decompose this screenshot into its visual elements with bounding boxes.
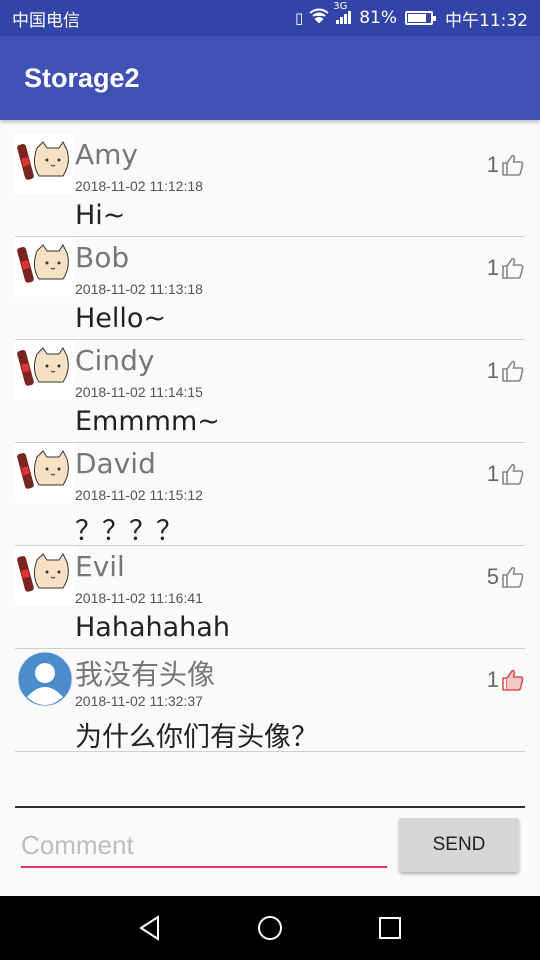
network-type-label: 3G (333, 0, 348, 12)
comment-item: 我没有头像 2018-11-02 11:32:37 为什么你们有头像？ 1 (15, 649, 525, 753)
comment-text: Hahahahah (75, 612, 230, 643)
default-user-avatar[interactable] (15, 649, 75, 709)
signal-icon: 3G (333, 1, 353, 28)
like-control[interactable]: 1 (487, 667, 525, 693)
status-indicators: ▯ 3G 81% 中午11:32 (294, 1, 528, 31)
app-title: Storage2 (24, 62, 140, 93)
comment-author: 我没有头像 (75, 658, 216, 691)
comment-author: Bob (75, 241, 130, 274)
comment-list: Amy 2018-11-02 11:12:18 Hi~ 1 Bob 2018-1… (15, 134, 525, 753)
thumbs-up-icon[interactable] (501, 359, 525, 383)
battery-icon (405, 11, 436, 25)
send-button[interactable]: SEND (399, 818, 519, 872)
comment-text: ？？？？ (75, 516, 183, 547)
like-control[interactable]: 5 (487, 564, 525, 590)
comment-author: David (75, 447, 156, 480)
user-avatar[interactable] (15, 546, 75, 606)
clock: 中午11:32 (445, 10, 528, 31)
comment-input[interactable] (21, 824, 387, 868)
comment-author: Cindy (75, 344, 155, 377)
vibrate-icon: ▯ (294, 9, 304, 27)
comment-text: 为什么你们有头像？ (75, 722, 318, 753)
comment-author: Amy (75, 138, 138, 171)
comment-text: Hello~ (75, 303, 167, 334)
comment-timestamp: 2018-11-02 11:13:18 (75, 281, 203, 297)
app-bar: Storage2 (0, 36, 540, 120)
like-count: 1 (486, 667, 499, 692)
comment-input-row: SEND (15, 816, 525, 880)
comment-item: David 2018-11-02 11:15:12 ？？？？ 1 (15, 443, 525, 547)
thumbs-up-icon[interactable] (501, 153, 525, 177)
like-control[interactable]: 1 (487, 461, 525, 487)
thumbs-up-icon[interactable] (501, 256, 525, 280)
comment-item: Amy 2018-11-02 11:12:18 Hi~ 1 (15, 134, 525, 237)
thumbs-up-icon[interactable] (501, 462, 525, 486)
comment-timestamp: 2018-11-02 11:14:15 (75, 384, 203, 400)
battery-percent: 81% (359, 8, 397, 28)
home-icon[interactable] (255, 913, 285, 943)
navigation-bar (0, 896, 540, 960)
user-avatar[interactable] (15, 340, 75, 400)
comment-text: Emmmm~ (75, 406, 220, 437)
input-divider (15, 806, 525, 808)
user-avatar[interactable] (15, 443, 75, 503)
comment-author: Evil (75, 550, 125, 583)
status-bar: 中国电信 ▯ 3G 81% 中午11:32 (0, 0, 540, 36)
like-count: 1 (486, 255, 499, 280)
like-count: 5 (486, 564, 499, 589)
like-control[interactable]: 1 (487, 358, 525, 384)
carrier-label: 中国电信 (12, 10, 80, 31)
user-avatar[interactable] (15, 134, 75, 194)
user-avatar[interactable] (15, 237, 75, 297)
comment-item: Evil 2018-11-02 11:16:41 Hahahahah 5 (15, 546, 525, 649)
like-count: 1 (486, 358, 499, 383)
thumbs-up-icon[interactable] (501, 668, 525, 692)
comment-timestamp: 2018-11-02 11:32:37 (75, 693, 203, 709)
comment-text: Hi~ (75, 200, 126, 231)
comment-timestamp: 2018-11-02 11:15:12 (75, 487, 203, 503)
wifi-icon (309, 8, 329, 28)
like-count: 1 (486, 152, 499, 177)
like-control[interactable]: 1 (487, 152, 525, 178)
like-count: 1 (486, 461, 499, 486)
comment-item: Cindy 2018-11-02 11:14:15 Emmmm~ 1 (15, 340, 525, 443)
comment-timestamp: 2018-11-02 11:12:18 (75, 178, 203, 194)
comment-timestamp: 2018-11-02 11:16:41 (75, 590, 203, 606)
comment-item: Bob 2018-11-02 11:13:18 Hello~ 1 (15, 237, 525, 340)
thumbs-up-icon[interactable] (501, 565, 525, 589)
recents-icon[interactable] (375, 913, 405, 943)
back-icon[interactable] (135, 913, 165, 943)
like-control[interactable]: 1 (487, 255, 525, 281)
